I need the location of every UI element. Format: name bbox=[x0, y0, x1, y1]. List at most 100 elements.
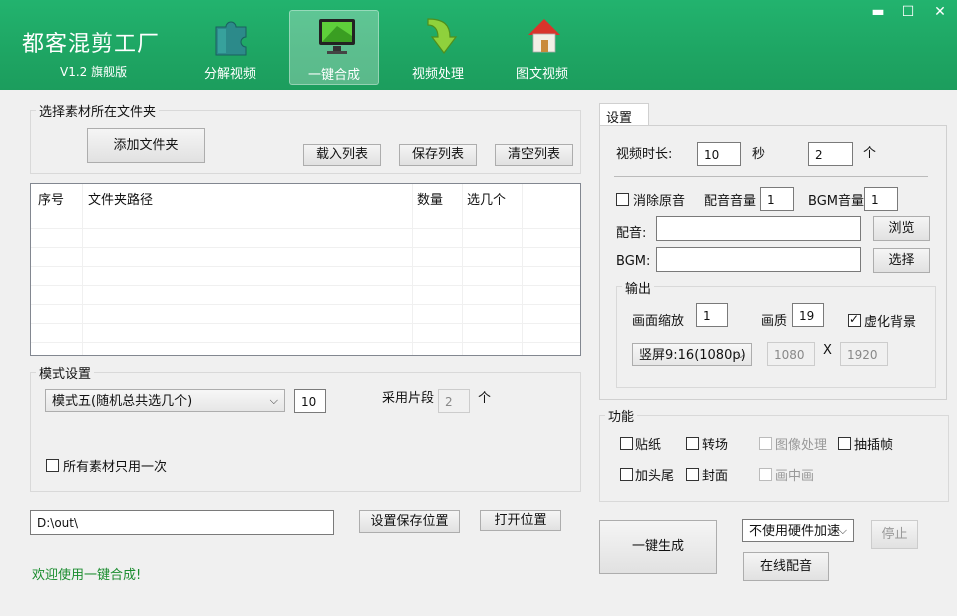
column-header-index[interactable]: 序号 bbox=[38, 189, 64, 208]
segments-input[interactable]: 2 bbox=[438, 389, 470, 413]
output-path-input[interactable]: D:\out\ bbox=[30, 510, 334, 535]
segments-label: 采用片段 bbox=[382, 391, 435, 406]
load-list-button[interactable]: 载入列表 bbox=[303, 144, 381, 166]
status-text: 欢迎使用一键合成! bbox=[32, 568, 142, 583]
image-process-label[interactable]: 图像处理 bbox=[775, 434, 827, 453]
nav-one-click-merge[interactable]: 一键合成 bbox=[289, 10, 379, 85]
blur-background-checkbox[interactable] bbox=[848, 312, 861, 327]
monitor-icon bbox=[319, 19, 355, 54]
online-dub-button[interactable]: 在线配音 bbox=[743, 552, 829, 581]
cover-label[interactable]: 封面 bbox=[702, 465, 728, 484]
add-folder-button[interactable]: 添加文件夹 bbox=[87, 128, 205, 163]
save-list-button[interactable]: 保存列表 bbox=[399, 144, 477, 166]
divider bbox=[614, 176, 928, 177]
quality-label: 画质 bbox=[761, 314, 788, 329]
duration-unit: 秒 bbox=[752, 147, 766, 162]
mode-select-value: 模式五(随机总共选几个) bbox=[52, 394, 193, 409]
blur-background-label[interactable]: 虚化背景 bbox=[864, 311, 916, 330]
aspect-select[interactable]: 竖屏9:16(1080p) ⌵ bbox=[632, 343, 752, 366]
duration-input[interactable]: 10 bbox=[697, 142, 741, 166]
chevron-down-icon: ⌵ bbox=[838, 524, 847, 537]
bgm-file-input[interactable] bbox=[656, 247, 861, 272]
aspect-select-value: 竖屏9:16(1080p) bbox=[639, 348, 746, 363]
close-icon[interactable]: ✕ bbox=[932, 4, 948, 20]
nav-split-video[interactable]: 分解视频 bbox=[185, 10, 275, 85]
features-group bbox=[599, 415, 949, 502]
frame-interp-checkbox[interactable] bbox=[838, 437, 851, 450]
divider bbox=[462, 184, 463, 355]
column-header-count[interactable]: 数量 bbox=[417, 189, 443, 208]
down-arrow-icon bbox=[427, 18, 458, 54]
nav-label: 一键合成 bbox=[307, 68, 360, 83]
cover-checkbox[interactable] bbox=[686, 468, 699, 481]
scale-label: 画面缩放 bbox=[632, 314, 685, 329]
quality-input[interactable]: 19 bbox=[792, 303, 824, 327]
use-once-label[interactable]: 所有素材只用一次 bbox=[63, 456, 167, 475]
tab-settings[interactable]: 设置 bbox=[599, 103, 649, 126]
clear-list-button[interactable]: 清空列表 bbox=[495, 144, 573, 166]
open-location-button[interactable]: 打开位置 bbox=[480, 510, 561, 531]
use-once-checkbox[interactable] bbox=[46, 459, 59, 472]
divider bbox=[31, 304, 580, 305]
features-group-title: 功能 bbox=[605, 406, 638, 425]
minimize-icon[interactable]: ▬ bbox=[870, 4, 886, 20]
height-input[interactable]: 1920 bbox=[840, 342, 888, 366]
head-tail-label[interactable]: 加头尾 bbox=[635, 465, 674, 484]
hw-accel-select[interactable]: 不使用硬件加速 ⌵ bbox=[742, 519, 854, 542]
divider bbox=[82, 184, 83, 355]
dub-volume-input[interactable]: 1 bbox=[760, 187, 794, 211]
duration-label: 视频时长: bbox=[616, 147, 673, 162]
chevron-down-icon: ⌵ bbox=[269, 394, 278, 407]
image-process-checkbox[interactable] bbox=[759, 437, 772, 450]
set-save-location-button[interactable]: 设置保存位置 bbox=[359, 510, 460, 533]
output-group-title: 输出 bbox=[622, 278, 655, 297]
dub-volume-label: 配音音量 bbox=[704, 194, 757, 209]
output-group bbox=[616, 286, 936, 388]
dub-label: 配音: bbox=[616, 226, 647, 241]
pip-checkbox[interactable] bbox=[759, 468, 772, 481]
folder-group-title: 选择素材所在文件夹 bbox=[36, 101, 160, 120]
maximize-icon[interactable]: ☐ bbox=[900, 4, 916, 20]
divider bbox=[31, 342, 580, 343]
select-bgm-button[interactable]: 选择 bbox=[873, 248, 930, 273]
mute-original-checkbox[interactable] bbox=[616, 193, 629, 206]
browse-button[interactable]: 浏览 bbox=[873, 216, 930, 241]
nav-label: 视频处理 bbox=[411, 67, 464, 82]
segments-unit: 个 bbox=[478, 391, 492, 406]
transition-label[interactable]: 转场 bbox=[702, 434, 728, 453]
app-version: V1.2 旗舰版 bbox=[60, 65, 128, 79]
folder-table[interactable]: 序号 文件夹路径 数量 选几个 bbox=[30, 183, 581, 356]
mode-select[interactable]: 模式五(随机总共选几个) ⌵ bbox=[45, 389, 285, 412]
hw-accel-value: 不使用硬件加速 bbox=[749, 524, 841, 539]
column-header-path[interactable]: 文件夹路径 bbox=[88, 189, 153, 208]
generate-button[interactable]: 一键生成 bbox=[599, 520, 717, 574]
stop-button[interactable]: 停止 bbox=[871, 520, 918, 549]
transition-checkbox[interactable] bbox=[686, 437, 699, 450]
mute-original-label[interactable]: 消除原音 bbox=[633, 190, 685, 209]
video-count-input[interactable]: 2 bbox=[808, 142, 853, 166]
sticker-checkbox[interactable] bbox=[620, 437, 633, 450]
chevron-down-icon: ⌵ bbox=[736, 348, 745, 361]
width-input[interactable]: 1080 bbox=[767, 342, 815, 366]
frame-interp-label[interactable]: 抽插帧 bbox=[854, 434, 893, 453]
scale-input[interactable]: 1 bbox=[696, 303, 728, 327]
title-bar: 都客混剪工厂 V1.2 旗舰版 分解视频 一键合成 视频处理 图文视频 ▬ ☐ … bbox=[0, 0, 957, 90]
bgm-volume-label: BGM音量 bbox=[808, 194, 864, 209]
puzzle-icon bbox=[215, 21, 247, 56]
divider bbox=[522, 184, 523, 355]
mode-group-title: 模式设置 bbox=[36, 363, 95, 382]
head-tail-checkbox[interactable] bbox=[620, 468, 633, 481]
count-input[interactable]: 10 bbox=[294, 389, 326, 413]
app-title: 都客混剪工厂 bbox=[22, 32, 161, 57]
column-header-select[interactable]: 选几个 bbox=[467, 189, 506, 208]
nav-video-process[interactable]: 视频处理 bbox=[393, 10, 483, 85]
x-label: X bbox=[823, 343, 832, 358]
sticker-label[interactable]: 贴纸 bbox=[635, 434, 661, 453]
bgm-volume-input[interactable]: 1 bbox=[864, 187, 898, 211]
pip-label[interactable]: 画中画 bbox=[775, 465, 814, 484]
dub-file-input[interactable] bbox=[656, 216, 861, 241]
nav-label: 分解视频 bbox=[203, 67, 256, 82]
divider bbox=[31, 228, 580, 229]
nav-image-text-video[interactable]: 图文视频 bbox=[497, 10, 587, 85]
divider bbox=[31, 323, 580, 324]
